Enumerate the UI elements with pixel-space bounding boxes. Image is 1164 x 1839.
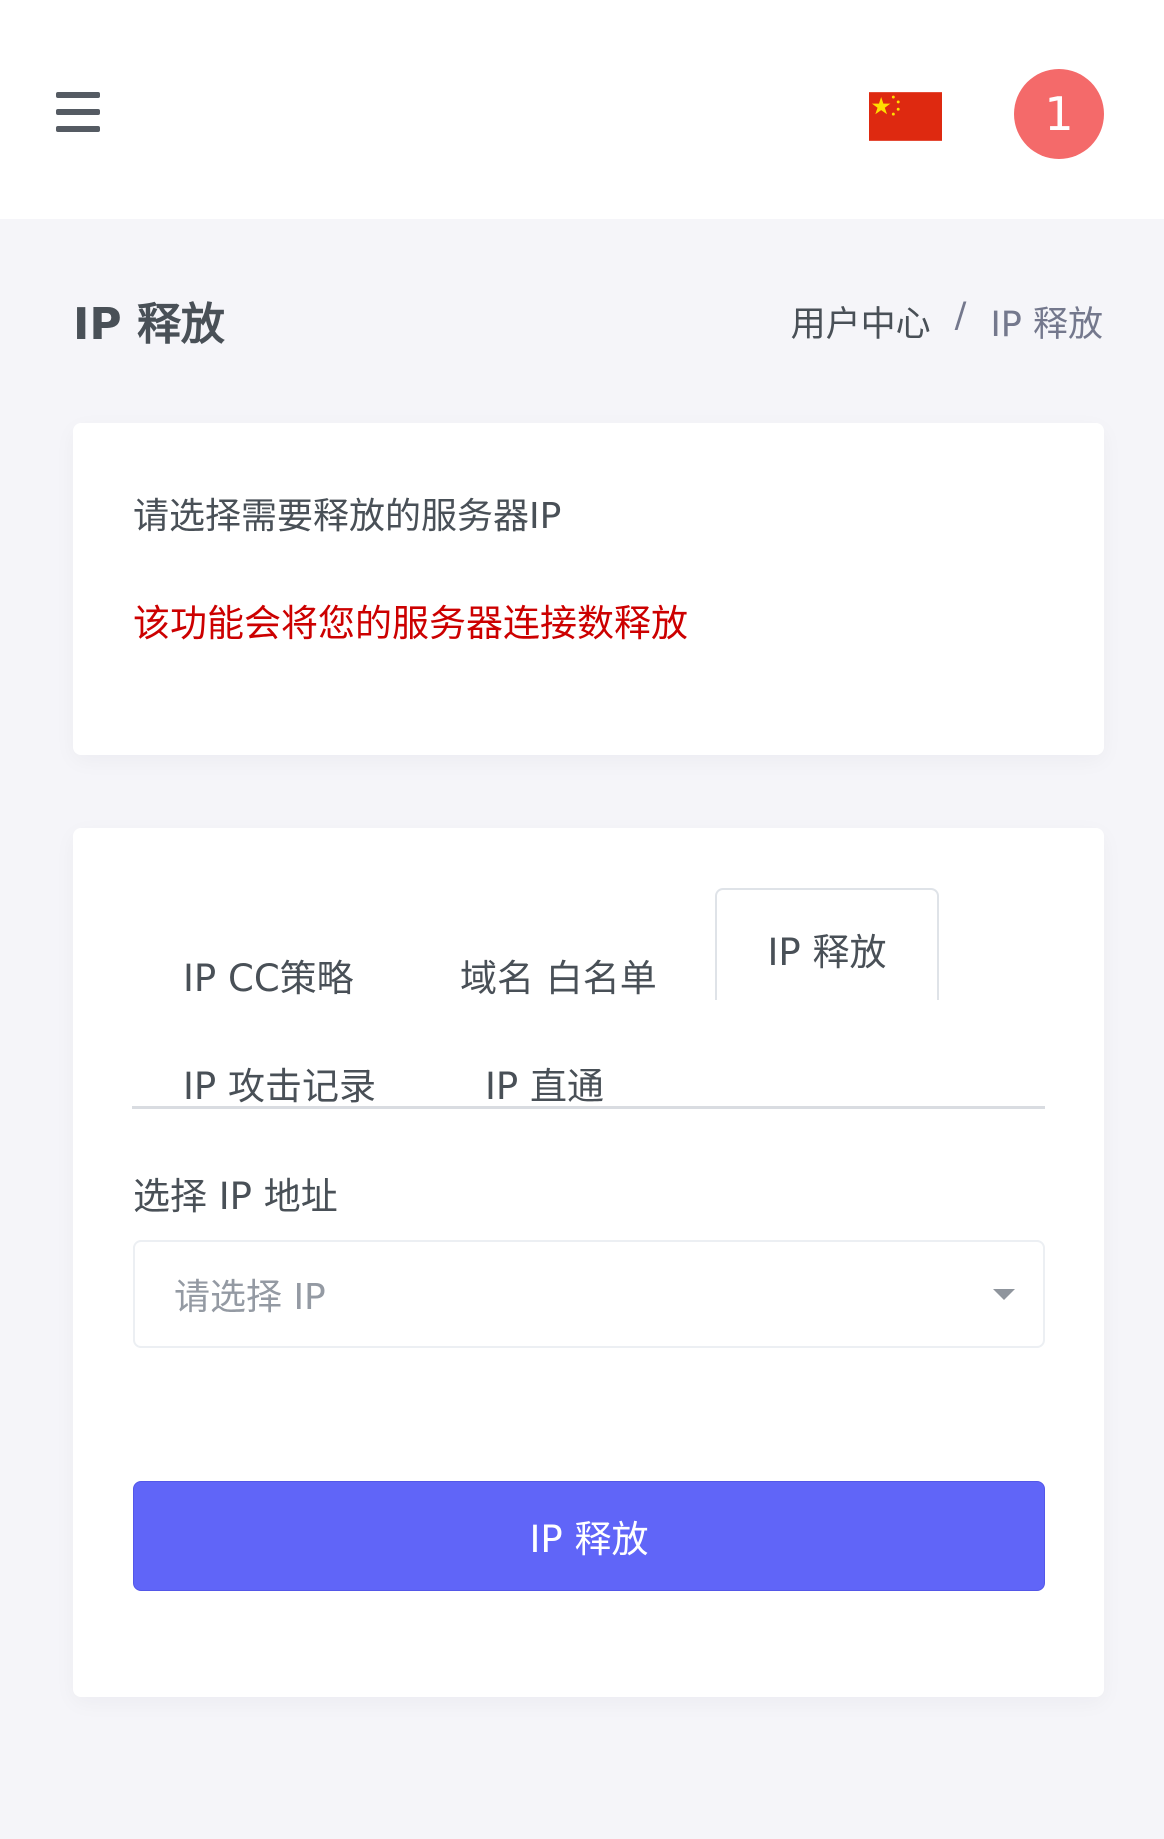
avatar[interactable]: 1 — [1014, 69, 1104, 159]
tab-domain-whitelist[interactable]: 域名 白名单 — [460, 948, 657, 1002]
breadcrumb-home[interactable]: 用户中心 — [791, 296, 931, 347]
ip-select-placeholder: 请选择 IP — [174, 1277, 326, 1318]
chevron-down-icon — [993, 1289, 1015, 1300]
release-card: IP CC策略 域名 白名单 IP 释放 IP 攻击记录 IP 直通 选择 IP… — [73, 828, 1104, 1697]
tab-ip-attack-log[interactable]: IP 攻击记录 — [183, 1056, 376, 1110]
notice-warning-text: 该功能会将您的服务器连接数释放 — [133, 602, 688, 645]
tab-ip-release[interactable]: IP 释放 — [715, 888, 939, 1000]
notice-card: 请选择需要释放的服务器IP 该功能会将您的服务器连接数释放 — [73, 423, 1104, 755]
page-title: IP 释放 — [73, 299, 225, 350]
notice-info-text: 请选择需要释放的服务器IP — [133, 496, 562, 537]
tab-bar: IP CC策略 域名 白名单 IP 释放 IP 攻击记录 IP 直通 — [132, 888, 1045, 1110]
ip-select-label: 选择 IP 地址 — [133, 1175, 338, 1218]
breadcrumb-current: IP 释放 — [990, 305, 1103, 345]
tab-ip-direct[interactable]: IP 直通 — [485, 1056, 604, 1110]
top-bar: 1 — [0, 0, 1164, 219]
breadcrumb-separator: / — [954, 296, 967, 336]
china-flag-icon[interactable] — [869, 92, 942, 141]
ip-release-button[interactable]: IP 释放 — [133, 1481, 1045, 1591]
ip-select[interactable]: 请选择 IP — [133, 1240, 1045, 1348]
tab-divider — [132, 1106, 1045, 1109]
tab-ip-cc-policy[interactable]: IP CC策略 — [183, 948, 354, 1002]
hamburger-menu-icon[interactable] — [56, 92, 100, 132]
breadcrumb: 用户中心 / IP 释放 — [791, 296, 1103, 347]
